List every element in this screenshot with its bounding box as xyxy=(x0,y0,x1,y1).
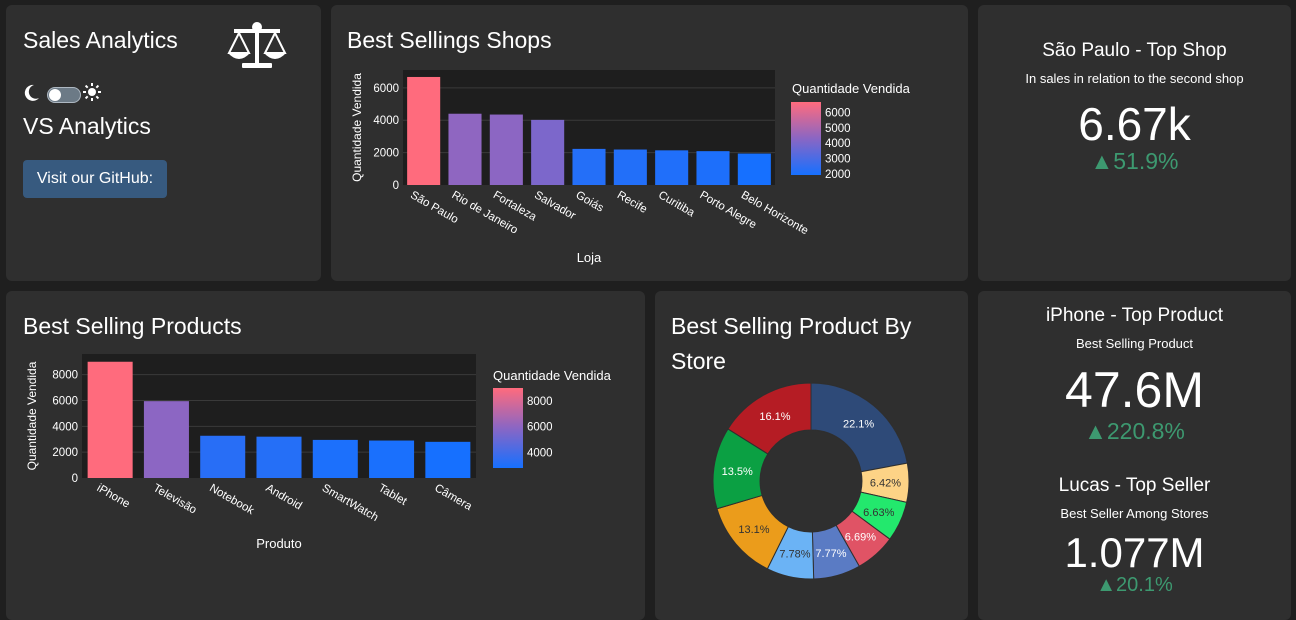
shops-y-tick: 6000 xyxy=(373,83,399,95)
donut-slice-label: 7.77% xyxy=(815,548,846,560)
shops-bar[interactable] xyxy=(572,148,606,185)
products-y-tick: 8000 xyxy=(52,370,78,382)
products-y-tick: 4000 xyxy=(52,421,78,433)
donut-slice-label: 6.69% xyxy=(845,532,876,544)
products-bar[interactable] xyxy=(200,435,246,478)
products-x-tick: Android xyxy=(264,482,304,512)
products-x-axis-label: Produto xyxy=(256,536,302,551)
products-x-tick: iPhone xyxy=(95,482,132,510)
shops-bar[interactable] xyxy=(531,119,565,185)
shops-y-tick: 2000 xyxy=(373,148,399,160)
shops-bar-chart: 0200040006000São PauloRio de JaneiroFort… xyxy=(350,70,911,265)
donut-slice-label: 7.78% xyxy=(779,549,810,561)
top-shop-delta: ▲51.9% xyxy=(1090,148,1179,174)
products-colorbar-title: Quantidade Vendida xyxy=(493,368,612,383)
products-bar[interactable] xyxy=(256,436,302,478)
top-seller-value: 1.077M xyxy=(1064,529,1205,576)
products-colorbar-tick: 8000 xyxy=(527,396,553,408)
products-chart-card: Best Selling Products 0 2000 4000 6000 8000 i… xyxy=(6,291,645,620)
shops-bar[interactable] xyxy=(489,114,523,185)
products-x-tick: Notebook xyxy=(207,482,256,517)
products-y-tick: 2000 xyxy=(52,447,78,459)
donut-chart-card: Best Selling Product By Store 22.1% 6.42%… xyxy=(655,291,968,620)
shops-colorbar-tick: 5000 xyxy=(825,123,851,135)
donut-slice-label: 6.42% xyxy=(870,477,901,489)
donut-slice-label: 13.5% xyxy=(722,466,753,478)
donut-slice-label: 22.1% xyxy=(843,419,874,431)
products-bar[interactable] xyxy=(143,401,189,478)
products-bar[interactable] xyxy=(312,439,358,478)
shops-bar[interactable] xyxy=(448,113,482,185)
shops-x-tick: Salvador xyxy=(532,189,577,222)
shops-x-tick: Curitiba xyxy=(656,189,697,220)
shops-colorbar-title: Quantidade Vendida xyxy=(792,81,911,96)
top-seller-subtitle: Best Seller Among Stores xyxy=(1060,506,1209,521)
shops-bar[interactable] xyxy=(613,149,647,185)
shops-colorbar-tick: 3000 xyxy=(825,154,851,166)
top-product-subtitle: Best Selling Product xyxy=(1075,336,1194,351)
shops-y-axis-label: Quantidade Vendida xyxy=(350,73,364,182)
top-seller-title: Lucas - Top Seller xyxy=(1058,475,1211,496)
app-title: Sales Analytics xyxy=(23,27,178,53)
top-shop-title: São Paulo - Top Shop xyxy=(1042,40,1227,61)
donut-slice-label: 13.1% xyxy=(738,524,769,536)
top-product-value: 47.6M xyxy=(1065,362,1204,418)
shops-x-tick: Recife xyxy=(615,189,649,216)
shops-colorbar-tick: 6000 xyxy=(825,107,851,119)
top-shop-card: São Paulo - Top Shop In sales in relatio… xyxy=(978,5,1291,281)
shops-bar[interactable] xyxy=(737,153,771,185)
products-colorbar-tick: 4000 xyxy=(527,448,553,460)
shops-x-axis-label: Loja xyxy=(577,250,602,265)
product-by-store-donut: 22.1% 6.42% 6.63% 6.69% 7.77% 7.78% 13.1% 13.5%… xyxy=(712,382,910,580)
products-colorbar-tick: 6000 xyxy=(527,422,553,434)
shops-bar[interactable] xyxy=(696,151,730,185)
company-name: VS Analytics xyxy=(23,113,151,139)
shops-y-tick: 0 xyxy=(393,180,399,192)
products-bar-chart: 0 2000 4000 6000 8000 iPhone Televisão Notebook… xyxy=(25,354,612,551)
top-product-title: iPhone - Top Product xyxy=(1045,305,1224,326)
products-x-tick: Televisão xyxy=(151,482,199,516)
products-y-tick: 0 xyxy=(72,473,78,485)
kpi-card: iPhone - Top Product Best Selling Produc… xyxy=(978,291,1291,620)
donut-slice-label: 6.63% xyxy=(863,507,894,519)
toggle-knob xyxy=(49,89,61,101)
products-bar[interactable] xyxy=(87,361,133,478)
products-x-tick: SmartWatch xyxy=(320,482,380,524)
shops-bar[interactable] xyxy=(655,150,689,185)
shops-colorbar-tick: 2000 xyxy=(825,169,851,181)
top-seller-delta: ▲20.1% xyxy=(1096,574,1173,596)
products-x-tick: Câmera xyxy=(432,482,474,513)
shops-y-tick: 4000 xyxy=(373,115,399,127)
products-bar[interactable] xyxy=(369,440,415,478)
theme-toggle[interactable] xyxy=(47,87,81,103)
shops-x-tick: Belo Horizonte xyxy=(739,189,810,237)
donut-slice-label: 16.1% xyxy=(759,411,790,423)
top-shop-value: 6.67k xyxy=(1078,98,1191,150)
brand-card: Sales Analytics VS Analytics Visit our G… xyxy=(6,5,321,281)
products-x-tick: Tablet xyxy=(376,482,409,508)
top-shop-subtitle: In sales in relation to the second shop xyxy=(1025,71,1244,86)
products-y-tick: 6000 xyxy=(52,396,78,408)
moon-icon xyxy=(24,84,39,101)
products-y-axis-label: Quantidade Vendida xyxy=(25,361,39,470)
products-bar[interactable] xyxy=(425,441,471,478)
products-colorbar xyxy=(493,388,523,468)
shops-chart-card: Best Sellings Shops 0 2000 4000 6000 São Pau… xyxy=(331,5,968,281)
shops-colorbar-tick: 4000 xyxy=(825,138,851,150)
shops-colorbar xyxy=(791,102,821,175)
balance-scale-icon xyxy=(227,22,287,68)
top-product-delta: ▲220.8% xyxy=(1084,418,1185,444)
shops-bar[interactable] xyxy=(407,76,441,185)
sun-icon xyxy=(83,83,101,101)
shops-x-tick: Goiás xyxy=(574,189,606,215)
github-button[interactable]: Visit our GitHub: xyxy=(23,160,167,198)
